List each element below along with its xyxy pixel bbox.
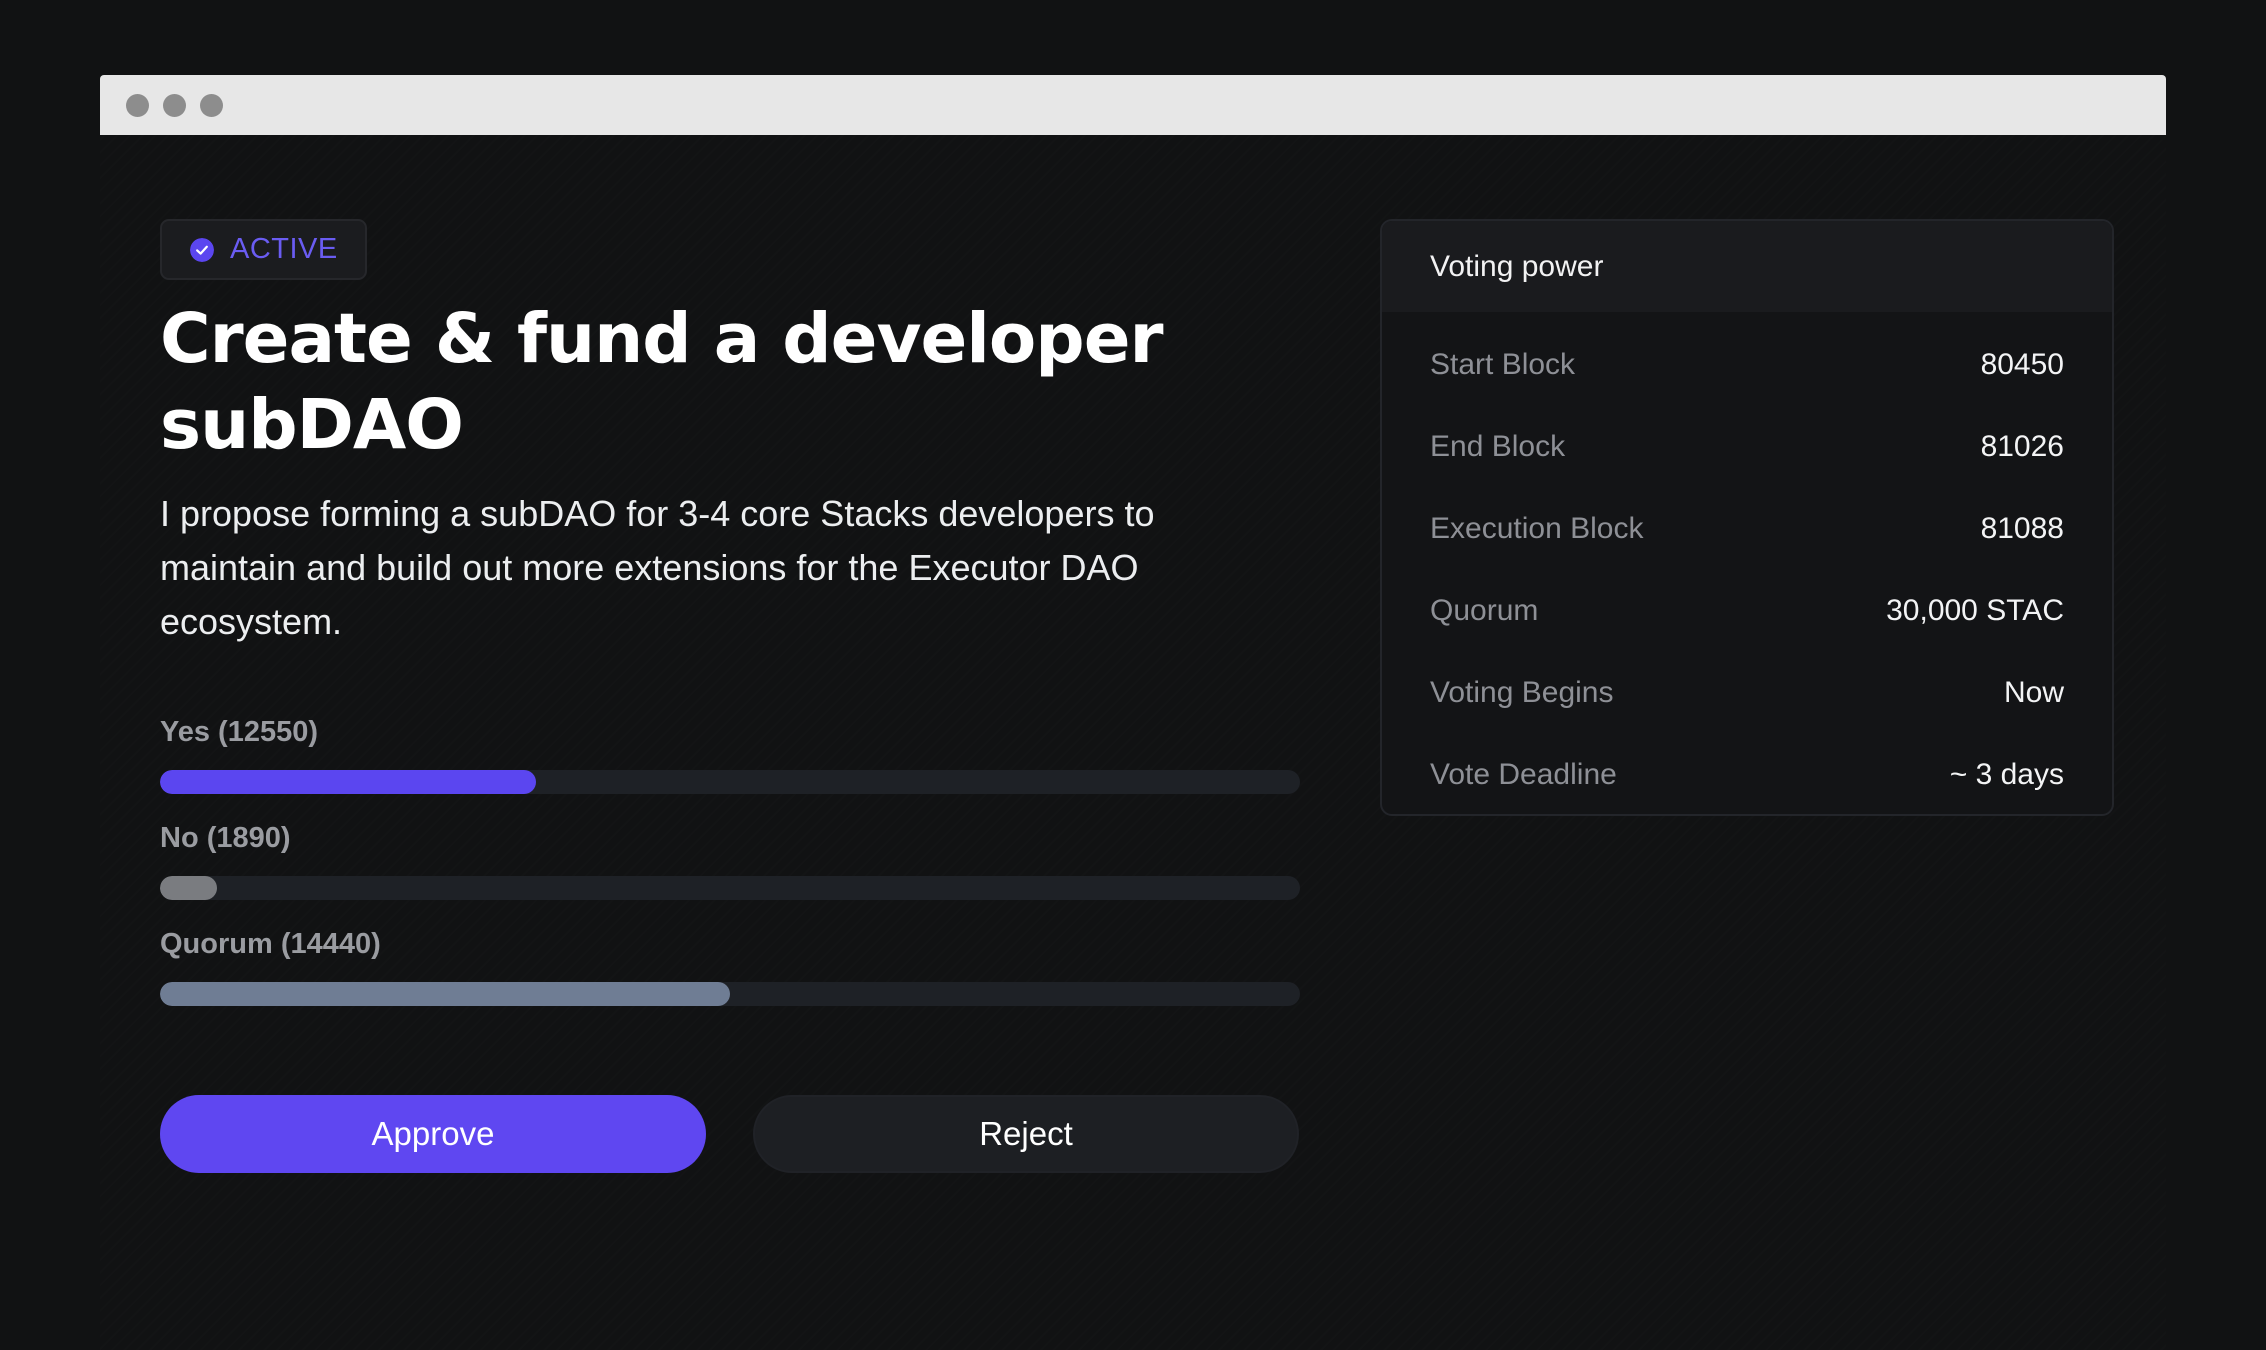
voting-power-panel: Voting power Start Block 80450 End Block… bbox=[1380, 219, 2114, 816]
row-start-block: Start Block 80450 bbox=[1430, 345, 2064, 385]
row-value: 80450 bbox=[1980, 348, 2064, 381]
row-value: ~ 3 days bbox=[1949, 758, 2064, 791]
approve-button[interactable]: Approve bbox=[160, 1095, 706, 1173]
status-badge: ACTIVE bbox=[160, 219, 367, 280]
row-label: Quorum bbox=[1430, 594, 1539, 627]
close-dot[interactable] bbox=[126, 94, 149, 117]
browser-window: ACTIVE Create & fund a developer subDAO … bbox=[100, 75, 2166, 1350]
window-titlebar bbox=[100, 75, 2166, 135]
row-value: 81088 bbox=[1980, 512, 2064, 545]
row-value: Now bbox=[2003, 676, 2064, 709]
row-label: Vote Deadline bbox=[1430, 758, 1617, 791]
reject-button[interactable]: Reject bbox=[753, 1095, 1299, 1173]
row-vote-deadline: Vote Deadline ~ 3 days bbox=[1430, 755, 2064, 795]
vote-bar-quorum bbox=[160, 982, 1300, 1006]
row-value: 30,000 STAC bbox=[1886, 594, 2064, 627]
vote-fill-no bbox=[160, 876, 217, 900]
check-circle-icon bbox=[190, 237, 214, 262]
vote-fill-quorum bbox=[160, 982, 730, 1006]
row-end-block: End Block 81026 bbox=[1430, 427, 2064, 467]
minimize-dot[interactable] bbox=[163, 94, 186, 117]
row-label: Execution Block bbox=[1430, 512, 1644, 545]
row-label: End Block bbox=[1430, 430, 1566, 463]
row-value: 81026 bbox=[1980, 430, 2064, 463]
panel-header: Voting power bbox=[1382, 221, 2112, 312]
vote-bar-no bbox=[160, 876, 1300, 900]
vote-fill-yes bbox=[160, 770, 537, 794]
row-quorum: Quorum 30,000 STAC bbox=[1430, 591, 2064, 631]
row-execution-block: Execution Block 81088 bbox=[1430, 509, 2064, 549]
row-label: Voting Begins bbox=[1430, 676, 1614, 709]
row-label: Start Block bbox=[1430, 348, 1576, 381]
vote-label-quorum: Quorum (14440) bbox=[160, 928, 381, 960]
vote-label-no: No (1890) bbox=[160, 822, 291, 854]
row-voting-begins: Voting Begins Now bbox=[1430, 673, 2064, 713]
vote-bar-yes bbox=[160, 770, 1300, 794]
vote-label-yes: Yes (12550) bbox=[160, 716, 319, 748]
status-label: ACTIVE bbox=[230, 233, 338, 265]
proposal-title: Create & fund a developer subDAO bbox=[160, 299, 1164, 465]
proposal-description: I propose forming a subDAO for 3-4 core … bbox=[160, 493, 1155, 642]
maximize-dot[interactable] bbox=[200, 94, 223, 117]
